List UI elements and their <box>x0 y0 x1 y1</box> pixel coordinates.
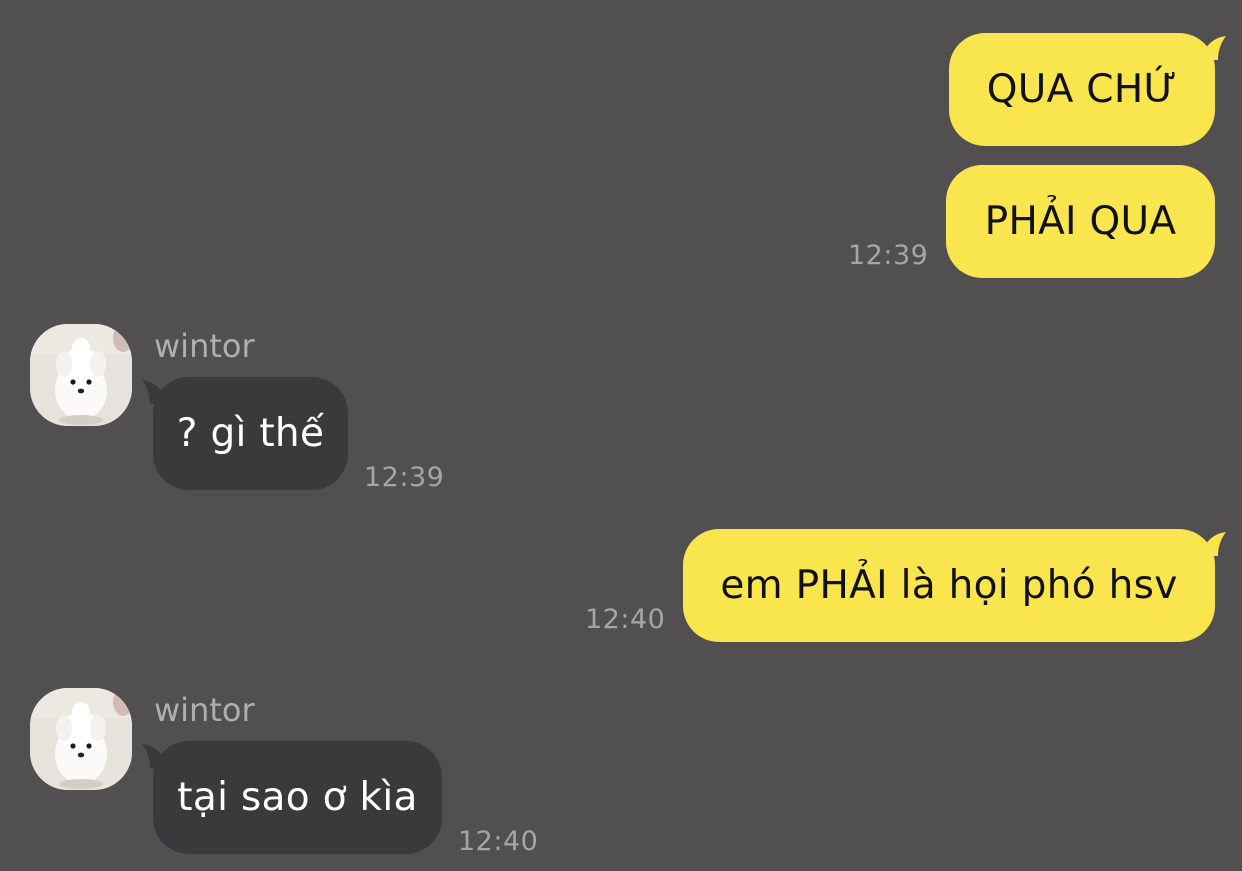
message-timestamp: 12:39 <box>364 462 445 493</box>
message-text: ? gì thế <box>176 411 325 456</box>
outgoing-message-bubble[interactable]: PHẢI QUA <box>946 165 1215 278</box>
outgoing-message-bubble[interactable]: QUA CHỨ <box>949 33 1215 146</box>
bubble-tail-icon <box>1198 36 1226 60</box>
incoming-message-bubble[interactable]: ? gì thế <box>153 377 348 490</box>
chat-view: QUA CHỨ PHẢI QUA 12:39 wintor ? gì thế 1… <box>0 0 1242 871</box>
message-text: QUA CHỨ <box>986 67 1178 112</box>
message-text: tại sao ơ kìa <box>177 775 418 820</box>
sender-name: wintor <box>154 327 255 365</box>
message-timestamp: 12:40 <box>585 604 666 635</box>
sender-name: wintor <box>154 691 255 729</box>
incoming-message-bubble[interactable]: tại sao ơ kìa <box>153 741 442 854</box>
message-text: PHẢI QUA <box>984 199 1177 244</box>
message-timestamp: 12:39 <box>848 240 929 271</box>
sender-avatar[interactable] <box>30 688 132 790</box>
sender-avatar[interactable] <box>30 324 132 426</box>
outgoing-message-bubble[interactable]: em PHẢI là họi phó hsv <box>683 529 1215 642</box>
white-dog-avatar-icon <box>30 324 132 426</box>
white-dog-avatar-icon <box>30 688 132 790</box>
message-timestamp: 12:40 <box>458 826 539 857</box>
bubble-tail-icon <box>1198 532 1226 556</box>
message-text: em PHẢI là họi phó hsv <box>720 563 1178 608</box>
